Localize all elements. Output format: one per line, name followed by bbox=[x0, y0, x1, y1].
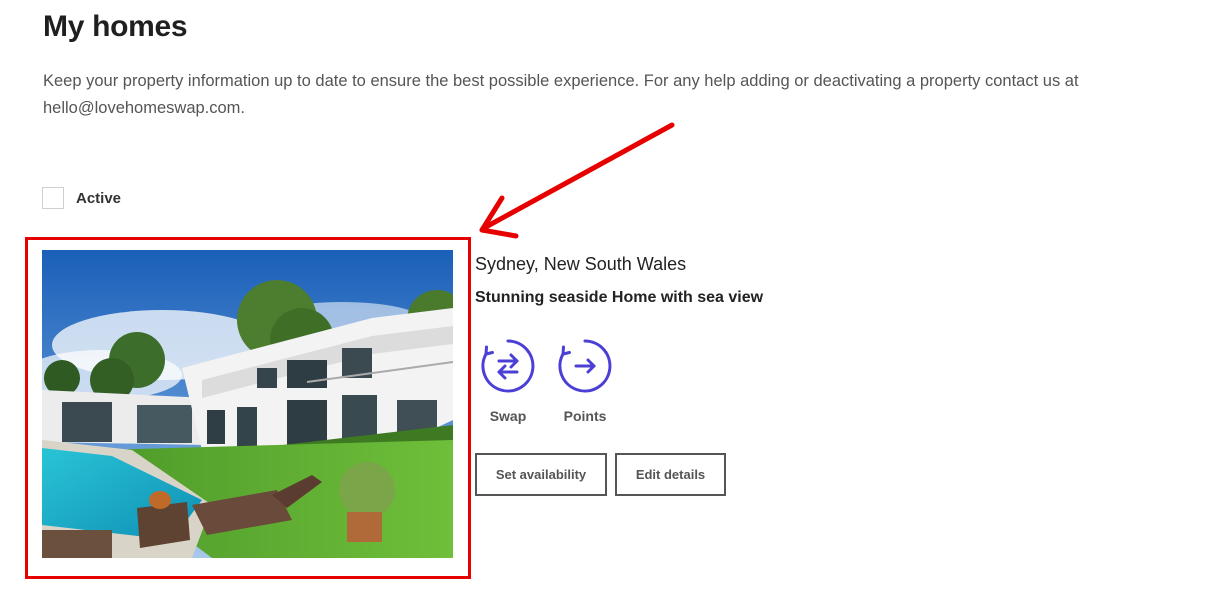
active-label: Active bbox=[76, 189, 122, 207]
home-title[interactable]: Stunning seaside Home with sea view bbox=[475, 289, 763, 307]
points-label: Points bbox=[563, 408, 607, 424]
active-filter[interactable]: Active bbox=[42, 187, 121, 209]
page-title: My homes bbox=[43, 10, 188, 43]
home-location: Sydney, New South Wales bbox=[475, 254, 687, 274]
edit-details-button[interactable]: Edit details bbox=[615, 453, 726, 496]
annotation-arrow-icon bbox=[479, 122, 675, 239]
page-intro: Keep your property information up to dat… bbox=[43, 72, 1079, 117]
active-checkbox[interactable] bbox=[42, 187, 64, 209]
arrow-right-icon bbox=[558, 339, 612, 393]
villa-photo-icon bbox=[42, 250, 453, 558]
swap-option[interactable]: Swap bbox=[478, 338, 538, 424]
swap-arrows-icon bbox=[481, 339, 535, 393]
swap-label: Swap bbox=[489, 408, 527, 424]
points-option[interactable]: Points bbox=[555, 338, 615, 424]
home-photo[interactable] bbox=[42, 250, 453, 558]
set-availability-button[interactable]: Set availability bbox=[475, 453, 607, 496]
